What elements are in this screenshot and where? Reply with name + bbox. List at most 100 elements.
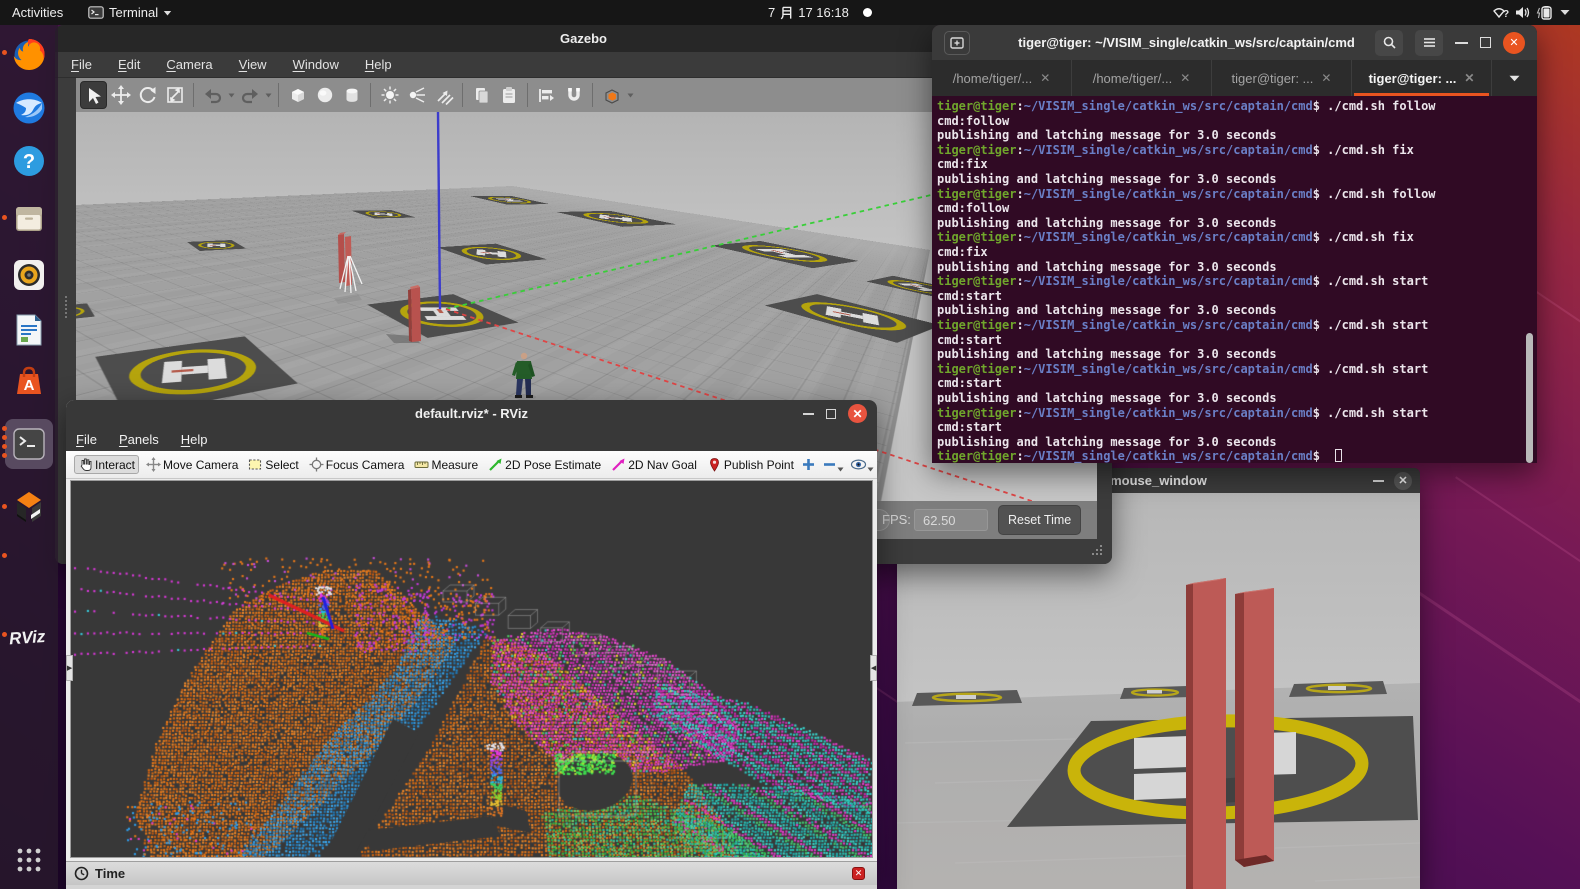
dock-item-thunderbird[interactable] [0,83,58,133]
dropdown-arrow[interactable] [226,81,236,109]
minimize-button[interactable] [803,413,814,415]
tab-close-icon[interactable]: ✕ [1464,71,1474,85]
tool-move-camera[interactable]: Move Camera [143,456,241,473]
tool-publish-point[interactable]: Publish Point [704,456,797,473]
dropdown-arrow[interactable] [837,467,844,472]
terminal-line: tiger@tiger:~/VISIM_single/catkin_ws/src… [937,187,1436,201]
system-tray[interactable]: ? [1492,0,1570,25]
rviz-3d-view[interactable] [70,480,873,858]
insert-model-icon[interactable] [598,81,625,109]
close-button[interactable]: ✕ [1503,32,1525,54]
box-icon[interactable] [284,81,311,109]
align-icon[interactable] [533,81,560,109]
tool-properties-button[interactable] [850,457,874,472]
cylinder-icon[interactable] [338,81,365,109]
paste-icon[interactable] [495,81,522,109]
dock-item-gazebo[interactable] [0,483,58,533]
tool-focus-camera[interactable]: Focus Camera [306,456,408,473]
new-tab-button[interactable] [944,31,970,55]
directional-light-icon[interactable] [430,81,457,109]
remove-tool-button[interactable] [822,457,844,472]
tool-interact[interactable]: Interact [74,455,139,474]
collapse-right-panel-button[interactable]: ◀ [870,655,877,681]
translate-tool-icon[interactable] [107,81,134,109]
snap-icon[interactable] [560,81,587,109]
menu-help[interactable]: Help [181,432,208,447]
spot-light-icon[interactable] [403,81,430,109]
menu-file[interactable]: File [76,432,97,447]
terminal-tab[interactable]: /home/tiger/...✕ [932,60,1072,96]
scale-tool-icon[interactable] [161,81,188,109]
dropdown-arrow[interactable] [263,81,273,109]
reset-time-button[interactable]: Reset Time [998,505,1081,535]
activities-button[interactable]: Activities [12,0,63,25]
sphere-icon[interactable] [311,81,338,109]
dock-item-ubuntu-software[interactable]: A [0,356,58,406]
dock-item-help[interactable]: ? [0,136,58,186]
tool-select[interactable]: Select [245,456,301,473]
menu-view[interactable]: View [239,57,267,72]
minimize-button[interactable] [1455,42,1468,44]
tool-measure[interactable]: Measure [411,456,481,473]
dropdown-arrow[interactable] [867,467,874,472]
tool-2d-nav-goal[interactable]: 2D Nav Goal [608,456,700,473]
rviz-panel-strip [66,885,877,889]
close-button[interactable]: ✕ [848,404,867,423]
tab-close-icon[interactable]: ✕ [1040,71,1050,85]
terminal-line: tiger@tiger:~/VISIM_single/catkin_ws/src… [937,406,1428,420]
thunderbird-icon [11,90,47,126]
menu-panels[interactable]: Panels [119,432,159,447]
collapse-left-panel-button[interactable]: ▶ [66,655,73,681]
maximize-button[interactable] [1480,37,1491,48]
menu-button[interactable] [1415,30,1443,56]
dock-item-libreoffice-writer[interactable] [0,305,58,355]
mouse-window-title: mouse_window [1110,473,1207,488]
terminal-tab[interactable]: tiger@tiger: ...✕ [1212,60,1352,96]
dock-item-terminal[interactable] [0,419,58,469]
menu-edit[interactable]: Edit [118,57,140,72]
dock-item-firefox[interactable] [0,29,58,79]
tab-close-icon[interactable]: ✕ [1180,71,1190,85]
search-button[interactable] [1375,30,1403,56]
svg-text:?: ? [23,151,35,173]
menu-window[interactable]: Window [293,57,339,72]
undo-icon[interactable] [199,81,226,109]
terminal-tab-active[interactable]: tiger@tiger: ...✕ [1352,60,1492,96]
redo-icon[interactable] [236,81,263,109]
app-menu[interactable]: Terminal [88,0,172,25]
menu-file[interactable]: File [71,57,92,72]
tab-list-dropdown[interactable] [1492,60,1536,96]
select-tool-icon[interactable] [80,81,107,109]
dock-item-files[interactable] [0,194,58,244]
terminal-output[interactable]: tiger@tiger:~/VISIM_single/catkin_ws/src… [932,96,1537,463]
close-button[interactable]: ✕ [1394,472,1412,490]
tool-2d-pose-estimate[interactable]: 2D Pose Estimate [485,456,604,473]
clock[interactable]: 7 17 16:18 [768,0,849,25]
terminal-tab[interactable]: /home/tiger/...✕ [1072,60,1212,96]
show-applications-icon [16,847,42,873]
add-tool-button[interactable] [801,457,816,472]
dock-item-unknown-app[interactable] [0,532,58,582]
rotate-tool-icon[interactable] [134,81,161,109]
terminal-titlebar[interactable]: tiger@tiger: ~/VISIM_single/catkin_ws/sr… [932,25,1537,60]
time-panel-close-button[interactable]: ✕ [852,867,865,880]
point-light-icon[interactable] [376,81,403,109]
menu-camera[interactable]: Camera [166,57,212,72]
terminal-line: tiger@tiger:~/VISIM_single/catkin_ws/src… [937,274,1428,288]
wallpaper-streak [1413,588,1580,814]
toolbar-separator [462,83,463,107]
maximize-button[interactable] [826,409,836,419]
terminal-title: tiger@tiger: ~/VISIM_single/catkin_ws/sr… [986,35,1387,50]
dock-item-rviz[interactable]: RViz [0,611,58,661]
copy-icon[interactable] [468,81,495,109]
minimize-button[interactable] [1373,480,1384,482]
gazebo-title: Gazebo [560,31,607,46]
dock-item-show-applications[interactable] [0,835,58,885]
dropdown-arrow[interactable] [625,81,635,109]
scrollbar-thumb[interactable] [1526,333,1533,463]
rviz-titlebar[interactable]: default.rviz* - RViz ✕ [66,400,877,427]
resize-grip[interactable] [1090,544,1104,558]
menu-help[interactable]: Help [365,57,392,72]
dock-item-rhythmbox[interactable] [0,250,58,300]
tab-close-icon[interactable]: ✕ [1321,71,1331,85]
